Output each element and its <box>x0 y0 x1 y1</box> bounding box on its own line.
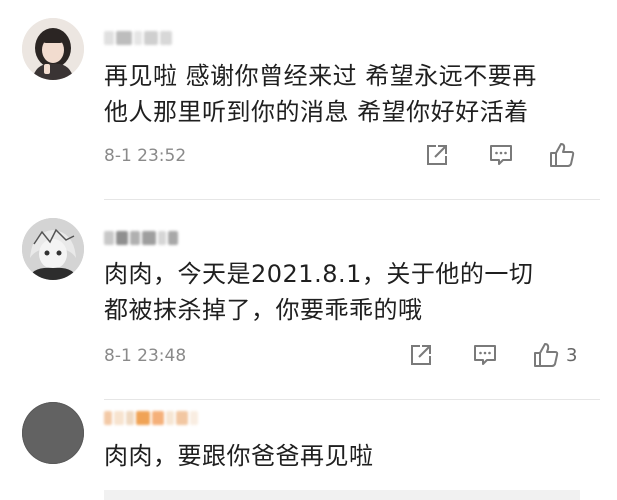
comment-text: 肉肉，要跟你爸爸再见啦 <box>104 438 604 474</box>
avatar-image <box>22 402 84 464</box>
username-masked[interactable] <box>104 408 198 428</box>
comment-item: 肉肉，要跟你爸爸再见啦 <box>0 0 617 500</box>
comment-text-line: 肉肉，要跟你爸爸再见啦 <box>104 442 374 470</box>
reply-preview[interactable] <box>104 490 580 500</box>
avatar[interactable] <box>22 402 84 464</box>
